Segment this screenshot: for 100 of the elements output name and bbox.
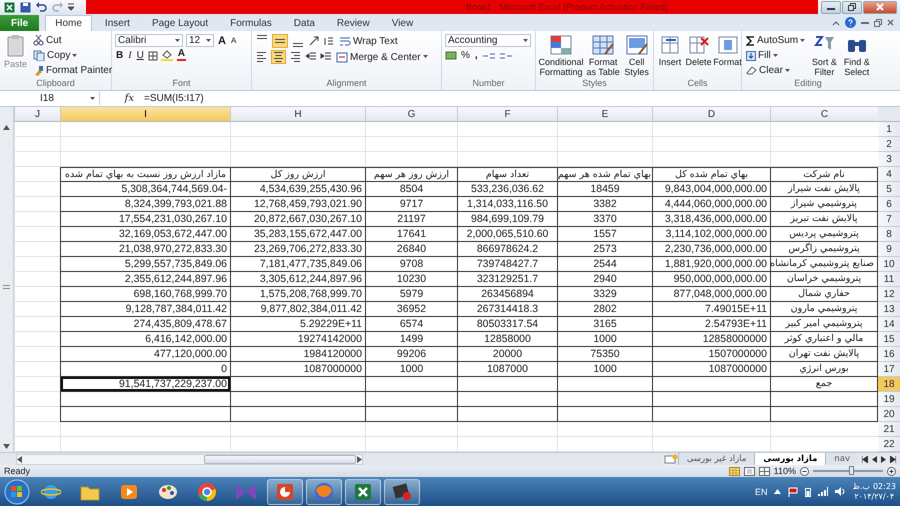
zoom-slider-thumb[interactable] bbox=[849, 466, 854, 475]
grow-font-button[interactable]: A bbox=[217, 34, 227, 47]
caret-icon[interactable] bbox=[206, 38, 211, 42]
minimize-button[interactable] bbox=[821, 0, 841, 14]
start-button-icon[interactable] bbox=[4, 478, 30, 504]
currency-icon[interactable] bbox=[445, 50, 457, 61]
fill-color-icon[interactable] bbox=[160, 50, 173, 61]
ribbon-tab[interactable]: View bbox=[382, 15, 422, 31]
first-sheet-icon[interactable] bbox=[862, 456, 868, 462]
column-heading[interactable]: I bbox=[60, 107, 230, 122]
column-heading[interactable]: H bbox=[230, 107, 365, 122]
row-number[interactable]: 8 bbox=[878, 227, 900, 242]
row-number[interactable]: 3 bbox=[878, 152, 900, 167]
row-number[interactable]: 11 bbox=[878, 272, 900, 287]
caret-icon[interactable] bbox=[772, 54, 778, 58]
caret-icon[interactable] bbox=[72, 54, 78, 58]
zoom-in-icon[interactable] bbox=[887, 466, 896, 476]
zoom-out-icon[interactable] bbox=[800, 466, 809, 476]
page-break-icon[interactable] bbox=[758, 466, 770, 476]
insert-sheet-icon[interactable] bbox=[664, 454, 678, 464]
ribbon-tab[interactable]: Home bbox=[45, 15, 92, 31]
ribbon-tab[interactable]: Formulas bbox=[221, 15, 281, 31]
signal-icon[interactable] bbox=[818, 487, 828, 496]
styles-button[interactable]: Format as Table bbox=[585, 34, 622, 78]
insert-function-button[interactable]: fx bbox=[100, 93, 140, 104]
borders-icon[interactable] bbox=[148, 50, 158, 60]
clear-button[interactable]: Clear bbox=[745, 64, 806, 77]
row-number[interactable]: 13 bbox=[878, 302, 900, 317]
sheet-tab[interactable]: nav bbox=[825, 453, 858, 465]
scroll-bar[interactable] bbox=[0, 107, 14, 452]
vertical-align-button[interactable] bbox=[272, 34, 288, 48]
row-number[interactable]: 9 bbox=[878, 242, 900, 257]
orientation-icon[interactable] bbox=[308, 35, 320, 47]
row-number[interactable]: 19 bbox=[878, 392, 900, 407]
column-heading[interactable]: F bbox=[457, 107, 557, 122]
minimize-ribbon-icon[interactable] bbox=[832, 20, 840, 26]
row-number[interactable]: 16 bbox=[878, 347, 900, 362]
file-menu-button[interactable]: File bbox=[0, 15, 40, 31]
caret-icon[interactable] bbox=[175, 38, 180, 42]
editing-button[interactable]: Sort & Filter bbox=[810, 34, 839, 78]
merge-center-button[interactable]: Merge & Center bbox=[335, 50, 429, 64]
horizontal-align-button[interactable] bbox=[271, 50, 286, 64]
ribbon-tab[interactable]: Page Layout bbox=[142, 15, 218, 31]
shrink-font-button[interactable]: A bbox=[230, 34, 238, 47]
previous-sheet-icon[interactable] bbox=[872, 456, 877, 462]
page-layout-icon[interactable] bbox=[744, 466, 755, 476]
tray-expand-icon[interactable] bbox=[774, 489, 782, 494]
scroll-down-icon[interactable] bbox=[3, 444, 10, 449]
last-sheet-icon[interactable] bbox=[890, 456, 896, 462]
row-number[interactable]: 2 bbox=[878, 137, 900, 152]
fill-button[interactable]: Fill bbox=[745, 49, 806, 62]
scroll-up-icon[interactable] bbox=[3, 125, 10, 130]
autosum-button[interactable]: AutoSum bbox=[745, 34, 806, 47]
row-number[interactable]: 14 bbox=[878, 317, 900, 332]
save-icon[interactable] bbox=[20, 2, 31, 12]
caret-icon[interactable] bbox=[422, 55, 428, 59]
caret-icon[interactable] bbox=[800, 38, 806, 42]
scroll-left-icon[interactable] bbox=[17, 456, 22, 462]
bold-button[interactable]: B bbox=[115, 49, 124, 62]
sheet-tab[interactable]: مازاد غیر بورسی bbox=[678, 453, 754, 465]
restore-icon[interactable] bbox=[874, 18, 882, 26]
taskbar-app[interactable] bbox=[384, 478, 420, 504]
copy-button[interactable]: Copy bbox=[32, 49, 114, 62]
underline-button[interactable]: U bbox=[136, 49, 145, 62]
taskbar-app[interactable] bbox=[267, 478, 303, 504]
next-sheet-icon[interactable] bbox=[881, 456, 886, 462]
percent-button[interactable]: % bbox=[460, 49, 471, 62]
increase-decimal-icon[interactable] bbox=[482, 50, 496, 60]
row-number[interactable]: 21 bbox=[878, 422, 900, 437]
spreadsheet-icon[interactable] bbox=[4, 2, 15, 12]
wrap-text-button[interactable]: Wrap Text bbox=[338, 34, 399, 48]
taskbar-app[interactable] bbox=[306, 478, 342, 504]
cells-button[interactable]: Delete bbox=[685, 34, 712, 78]
column-heading[interactable]: G bbox=[365, 107, 457, 122]
comma-button[interactable]: , bbox=[474, 49, 479, 62]
normal-view-icon[interactable] bbox=[728, 466, 740, 476]
row-number[interactable]: 5 bbox=[878, 182, 900, 197]
row-number[interactable]: 7 bbox=[878, 212, 900, 227]
direction-icon[interactable] bbox=[323, 35, 335, 47]
ribbon-tab[interactable]: Data bbox=[284, 15, 324, 31]
font-name-field[interactable]: Calibri bbox=[115, 34, 183, 47]
column-heading[interactable]: D bbox=[652, 107, 770, 122]
cells-button[interactable]: Insert bbox=[657, 34, 683, 78]
customize-icon[interactable] bbox=[68, 3, 74, 11]
taskbar-app[interactable] bbox=[345, 478, 381, 504]
action-center-flag-icon[interactable] bbox=[788, 486, 798, 496]
ribbon-tab[interactable]: Review bbox=[328, 15, 379, 31]
cells-button[interactable]: Format bbox=[714, 34, 741, 78]
ribbon-tab[interactable]: Insert bbox=[96, 15, 139, 31]
column-heading[interactable]: J bbox=[14, 107, 60, 122]
row-number[interactable]: 18 bbox=[878, 377, 900, 392]
row-number[interactable]: 10 bbox=[878, 257, 900, 272]
editing-button[interactable]: Find & Select bbox=[842, 34, 871, 78]
column-heading[interactable]: C bbox=[770, 107, 878, 122]
scroll-grip-icon[interactable] bbox=[3, 285, 10, 289]
close-icon[interactable] bbox=[887, 19, 894, 26]
font-size-field[interactable]: 12 bbox=[186, 34, 214, 47]
row-number[interactable]: 17 bbox=[878, 362, 900, 377]
format-painter-button[interactable]: Format Painter bbox=[32, 64, 114, 77]
help-icon[interactable] bbox=[845, 17, 856, 28]
